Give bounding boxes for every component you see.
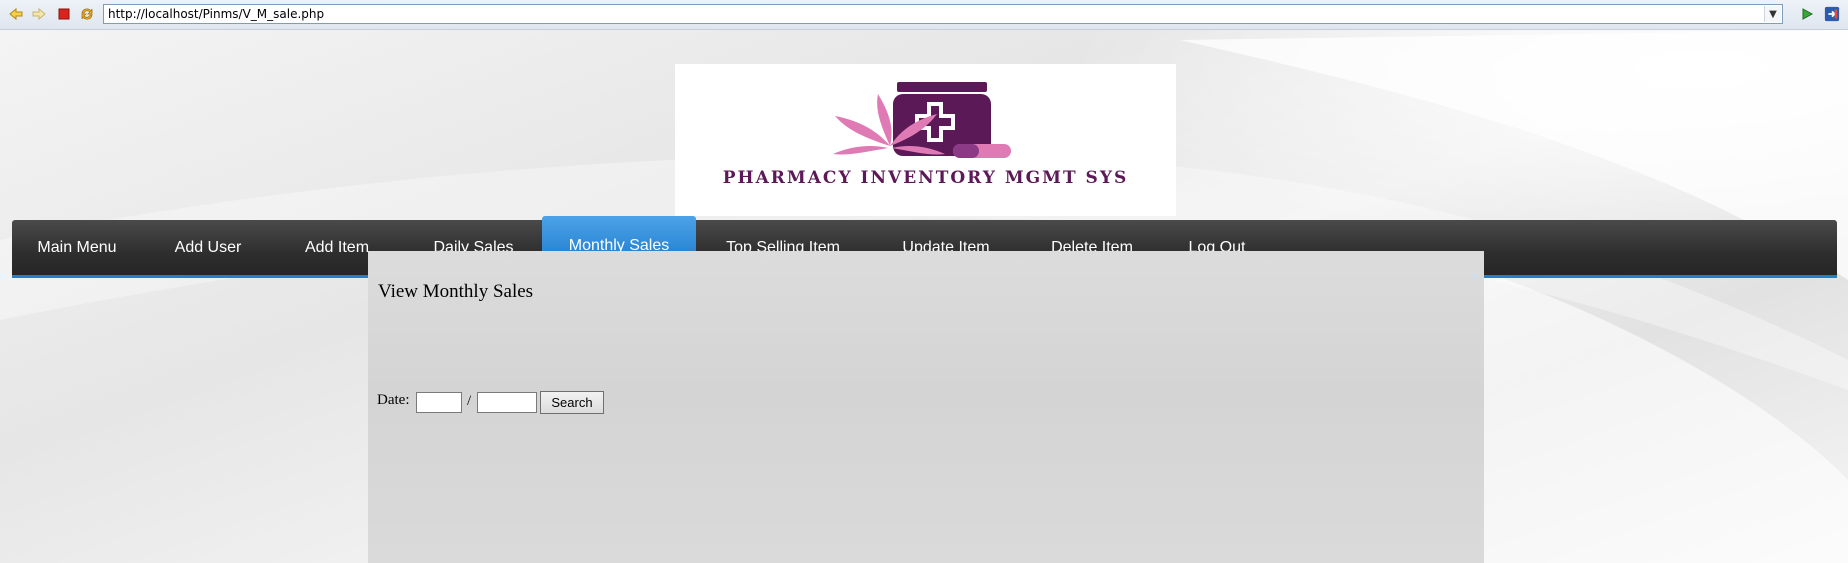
back-arrow-icon[interactable]	[8, 6, 24, 22]
nav-item-add-user[interactable]: Add User	[142, 220, 274, 275]
content-panel: View Monthly Sales Date: / Search	[368, 251, 1484, 563]
date-label: Date:	[377, 392, 410, 408]
forward-arrow-icon[interactable]	[31, 6, 47, 22]
refresh-icon[interactable]	[79, 6, 95, 22]
exit-icon[interactable]	[1824, 6, 1840, 22]
year-input[interactable]	[477, 392, 537, 413]
browser-toolbar: http://localhost/Pinms/V_M_sale.php ▼	[0, 0, 1848, 30]
go-arrow-icon[interactable]	[1799, 6, 1815, 22]
url-bar[interactable]: http://localhost/Pinms/V_M_sale.php ▼	[103, 4, 1783, 24]
chevron-down-icon[interactable]: ▼	[1764, 6, 1781, 22]
pharmacy-logo-icon	[833, 82, 1011, 158]
search-button[interactable]: Search	[540, 391, 604, 414]
page-title: View Monthly Sales	[378, 281, 534, 302]
nav-item-main-menu[interactable]: Main Menu	[12, 220, 142, 275]
date-separator: /	[467, 393, 472, 409]
stop-icon[interactable]	[56, 6, 72, 22]
url-text: http://localhost/Pinms/V_M_sale.php	[108, 7, 325, 21]
logo: PHARMACY INVENTORY MGMT SYS	[675, 64, 1176, 216]
month-input[interactable]	[416, 392, 462, 413]
logo-title: PHARMACY INVENTORY MGMT SYS	[722, 168, 1129, 188]
